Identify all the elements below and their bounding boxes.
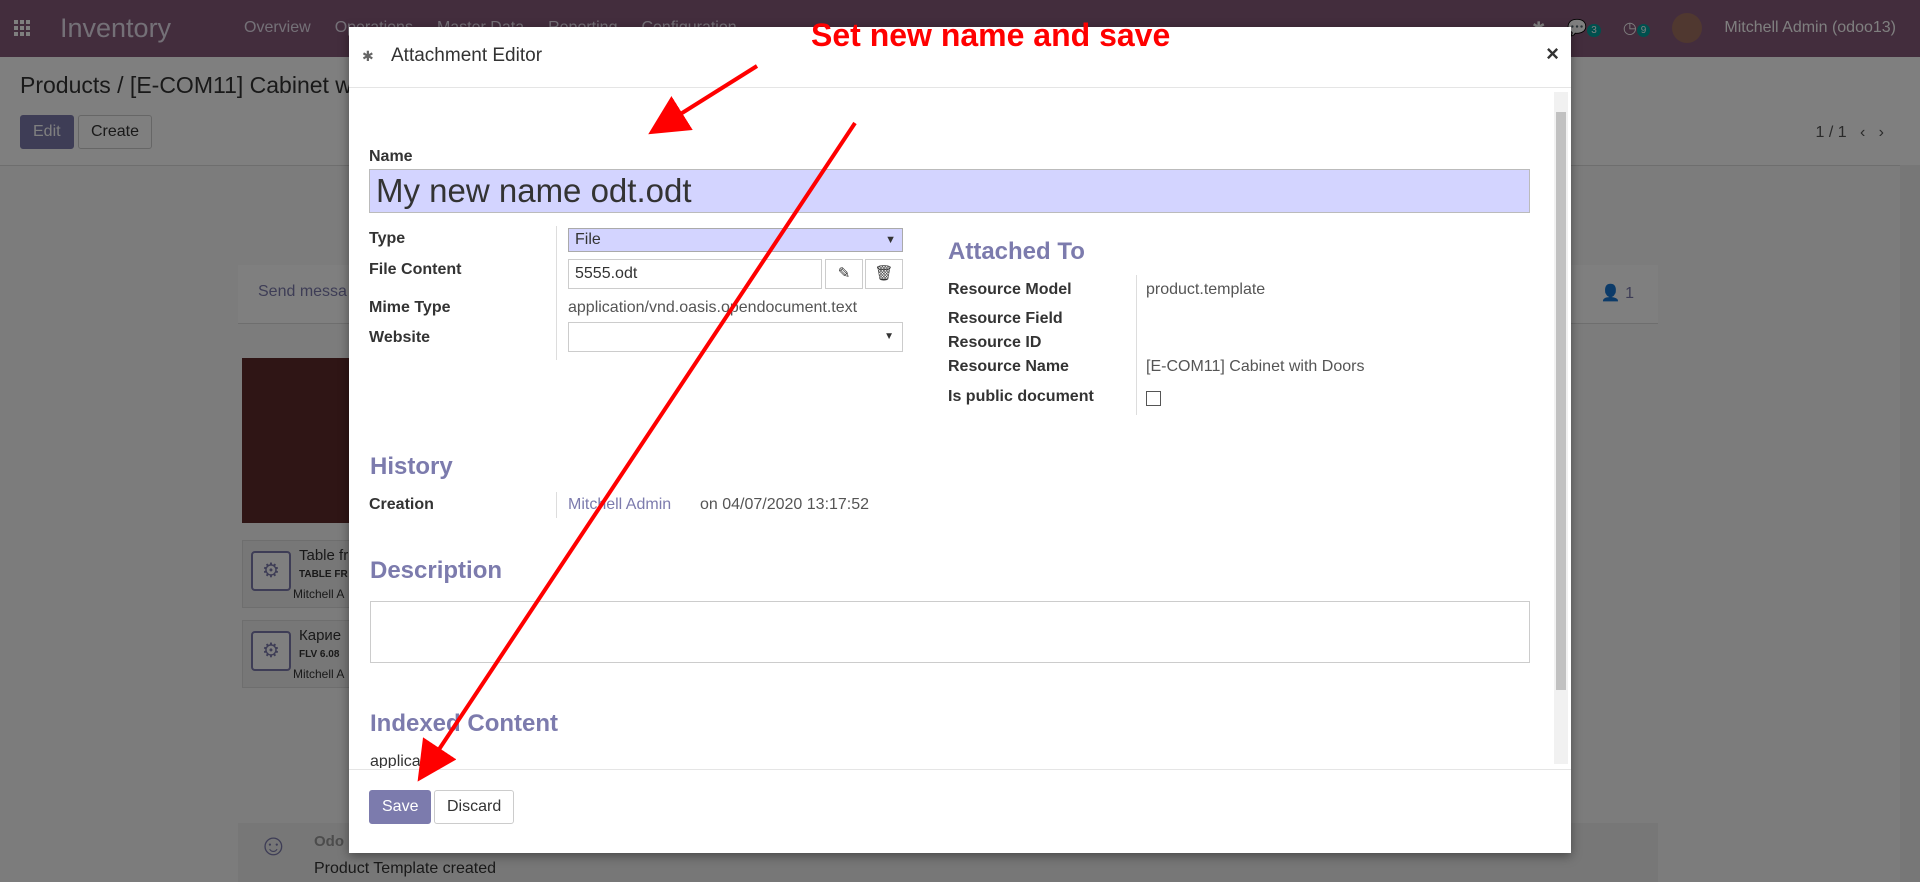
arrow-to-save bbox=[417, 121, 857, 782]
arrow-to-name bbox=[648, 64, 759, 135]
annotation-arrows bbox=[417, 64, 857, 782]
